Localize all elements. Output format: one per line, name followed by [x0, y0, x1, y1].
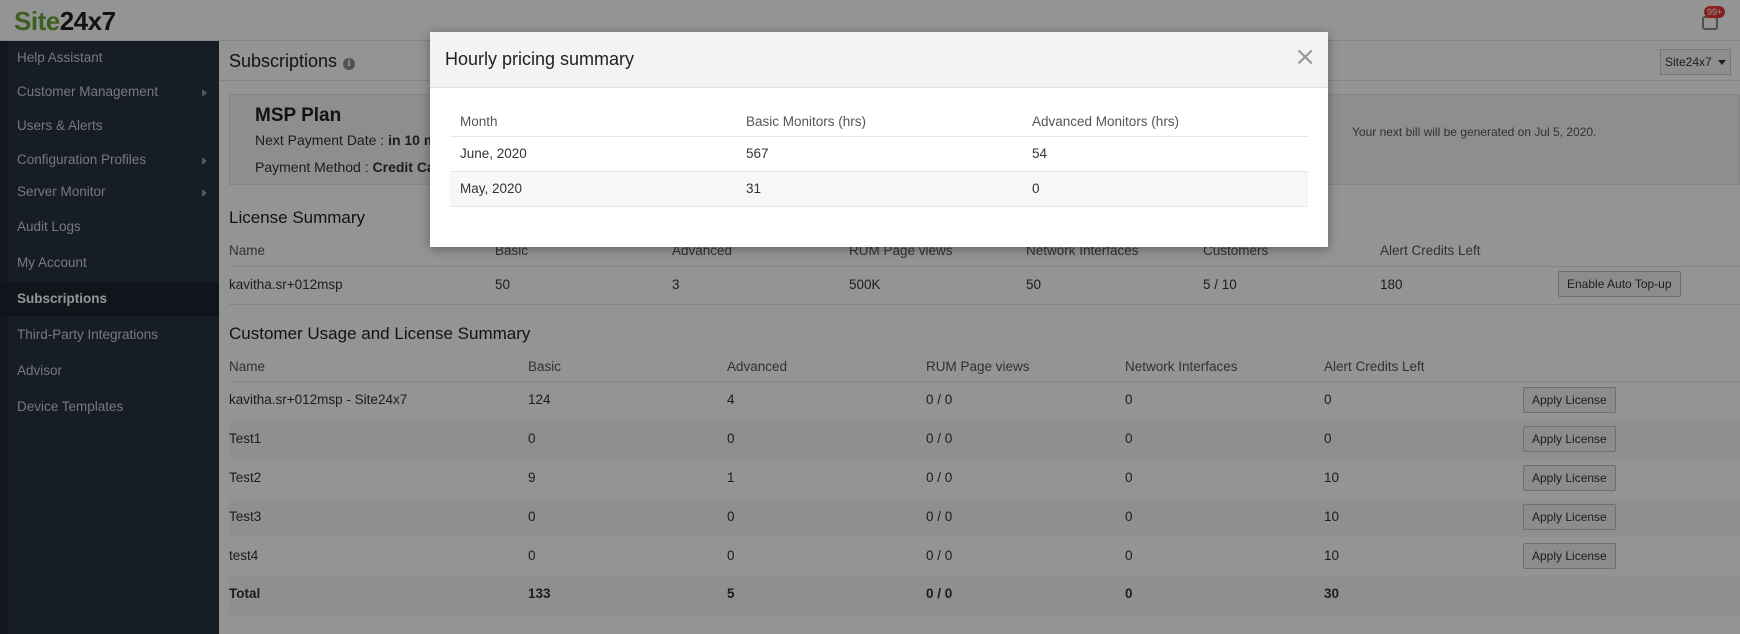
modal-cell-advanced: 0 — [1032, 181, 1040, 196]
modal-cell-month: May, 2020 — [460, 181, 523, 196]
modal-cell-month: June, 2020 — [460, 146, 527, 161]
modal-cell-advanced: 54 — [1032, 146, 1048, 161]
divider — [450, 136, 1308, 137]
modal-col-month: Month — [460, 114, 498, 129]
modal-cell-basic: 31 — [746, 181, 762, 196]
hourly-pricing-modal: Hourly pricing summary × Month Basic Mon… — [430, 32, 1328, 247]
close-icon[interactable]: × — [1294, 44, 1316, 70]
modal-col-advanced: Advanced Monitors (hrs) — [1032, 114, 1180, 129]
row-stripe — [450, 172, 1308, 206]
modal-cell-basic: 567 — [746, 146, 769, 161]
modal-title: Hourly pricing summary — [445, 49, 635, 69]
modal-header: Hourly pricing summary × — [430, 32, 1328, 88]
divider — [450, 206, 1308, 207]
modal-col-basic: Basic Monitors (hrs) — [746, 114, 867, 129]
